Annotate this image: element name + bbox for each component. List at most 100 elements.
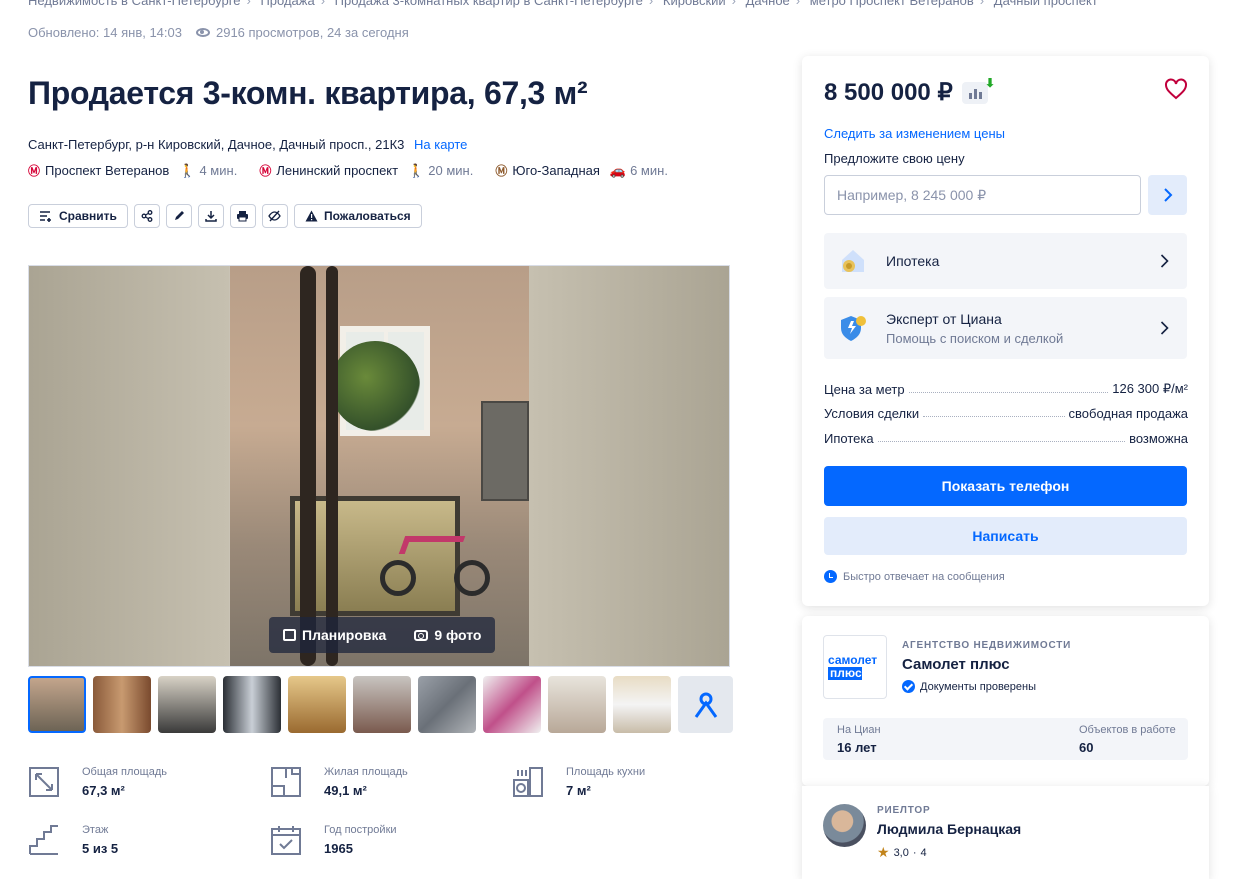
mortgage-promo[interactable]: Ипотека xyxy=(824,233,1187,289)
hide-button[interactable] xyxy=(261,204,288,228)
photo-railing xyxy=(300,266,316,666)
edit-button[interactable] xyxy=(165,204,192,228)
map-thumbnail[interactable] xyxy=(678,676,733,733)
expert-promo[interactable]: Эксперт от Циана Помощь с поиском и сдел… xyxy=(824,297,1187,359)
breadcrumb-item[interactable]: Кировский xyxy=(663,0,726,8)
fast-reply-note: Быстро отвечает на сообщения xyxy=(824,570,1005,583)
feature-floor: Этаж 5 из 5 xyxy=(28,824,118,856)
agency-name[interactable]: Самолет плюс xyxy=(902,656,1010,673)
chevron-right-icon: › xyxy=(731,0,736,8)
feature-value: 1965 xyxy=(324,841,353,856)
write-message-button[interactable]: Написать xyxy=(824,517,1187,555)
thumbnail[interactable] xyxy=(418,676,476,733)
share-button[interactable] xyxy=(133,204,160,228)
spec-value: возможна xyxy=(1129,431,1188,446)
photo-blur-left xyxy=(29,266,229,666)
thumbnail-strip xyxy=(28,676,733,733)
metro-item[interactable]: Ⓜ Проспект Ветеранов 🚶 4 мин. xyxy=(28,162,237,179)
metro-list: Ⓜ Проспект Ветеранов 🚶 4 мин. Ⓜ Ленински… xyxy=(28,162,690,179)
metro-name: Проспект Ветеранов xyxy=(45,163,170,178)
chevron-right-icon xyxy=(1160,321,1169,335)
thumbnail[interactable] xyxy=(548,676,606,733)
print-button[interactable] xyxy=(229,204,256,228)
expert-title: Эксперт от Циана xyxy=(886,310,1002,327)
chevron-right-icon: › xyxy=(979,0,985,8)
photos-button[interactable]: 9 фото xyxy=(400,617,495,653)
download-button[interactable] xyxy=(197,204,224,228)
offer-price-input[interactable] xyxy=(824,175,1141,215)
action-toolbar: Сравнить Пожаловаться xyxy=(28,204,422,228)
thumbnail[interactable] xyxy=(223,676,281,733)
feature-label: Год постройки xyxy=(324,824,397,836)
report-button[interactable]: Пожаловаться xyxy=(293,204,422,228)
house-coins-icon xyxy=(842,250,864,272)
thumbnail[interactable] xyxy=(28,676,86,733)
breadcrumb: Недвижимость в Санкт-Петербурге › Продажа… xyxy=(28,0,1098,8)
floor-plan-button[interactable]: Планировка xyxy=(269,617,400,653)
floor-plan-label: Планировка xyxy=(302,627,387,643)
photo-bicycle xyxy=(380,526,490,596)
breadcrumb-item[interactable]: Продажа 3-комнатных квартир в Санкт-Пете… xyxy=(335,0,643,8)
area-icon xyxy=(29,767,59,797)
metro-logo-icon: Ⓜ xyxy=(495,164,508,178)
report-label: Пожаловаться xyxy=(323,209,411,223)
thumbnail[interactable] xyxy=(613,676,671,733)
follow-price-link[interactable]: Следить за изменением цены xyxy=(824,126,1005,141)
warning-icon xyxy=(305,210,318,222)
avatar xyxy=(823,804,866,847)
thumbnail[interactable] xyxy=(353,676,411,733)
chevron-right-icon xyxy=(1160,254,1169,268)
living-area-icon xyxy=(271,767,301,797)
address-text: Санкт-Петербург, р-н Кировский, Дачное, … xyxy=(28,137,405,152)
compare-icon xyxy=(40,211,51,222)
share-icon xyxy=(141,210,153,222)
stat-on-cian: На Циан 16 лет xyxy=(837,724,881,755)
offer-price-label: Предложите свою цену xyxy=(824,151,965,166)
feature-value: 5 из 5 xyxy=(82,841,119,856)
thumbnail[interactable] xyxy=(483,676,541,733)
agency-logo-text: плюс xyxy=(828,666,862,680)
thumbnail[interactable] xyxy=(158,676,216,733)
metro-item[interactable]: Ⓜ Ленинский проспект 🚶 20 мин. xyxy=(259,162,473,179)
compare-button[interactable]: Сравнить xyxy=(28,204,128,228)
breadcrumb-item[interactable]: Дачное xyxy=(746,0,790,8)
feature-label: Общая площадь xyxy=(82,766,167,778)
thumbnail[interactable] xyxy=(288,676,346,733)
walk-icon: 🚶 xyxy=(179,162,196,178)
reviews-count: 4 xyxy=(920,846,927,859)
photos-label: 9 фото xyxy=(434,627,482,643)
feature-value: 67,3 м² xyxy=(82,783,125,798)
price: 8 500 000 ₽ xyxy=(824,79,953,106)
thumbnail[interactable] xyxy=(93,676,151,733)
breadcrumb-item[interactable]: Продажа xyxy=(260,0,314,8)
agency-card[interactable]: самолет плюс АГЕНТСТВО НЕДВИЖИМОСТИ Само… xyxy=(802,616,1209,786)
map-link[interactable]: На карте xyxy=(414,137,467,152)
offer-submit-button[interactable] xyxy=(1148,175,1187,215)
gallery-overlay: Планировка 9 фото xyxy=(269,617,496,653)
spec-value: свободная продажа xyxy=(1068,406,1188,421)
stat-label: На Циан xyxy=(837,724,881,736)
chevron-right-icon: › xyxy=(246,0,251,8)
metro-item[interactable]: Ⓜ Юго-Западная 🚗 6 мин. xyxy=(495,162,668,179)
realtor-rating: ★ 3,0 · 4 xyxy=(877,844,927,861)
metro-logo-icon: Ⓜ xyxy=(259,164,272,178)
walk-icon: 🚶 xyxy=(408,162,425,178)
show-phone-button[interactable]: Показать телефон xyxy=(824,466,1187,506)
realtor-card[interactable]: РИЕЛТОР Людмила Бернацкая ★ 3,0 · 4 xyxy=(802,786,1209,879)
breadcrumb-item[interactable]: Недвижимость в Санкт-Петербурге xyxy=(28,0,240,8)
clock-icon xyxy=(824,570,837,583)
photo-gallery[interactable]: Планировка 9 фото xyxy=(28,265,730,667)
favorite-heart-icon[interactable] xyxy=(1164,78,1188,100)
breadcrumb-item[interactable]: метро Проспект Ветеранов xyxy=(810,0,974,8)
verified-badge-icon xyxy=(902,680,915,693)
realtor-name[interactable]: Людмила Бернацкая xyxy=(877,821,1021,837)
pencil-icon xyxy=(174,211,184,220)
floor-plan-icon xyxy=(283,629,296,641)
feature-build-year: Год постройки 1965 xyxy=(270,824,397,856)
breadcrumb-item[interactable]: Дачный проспект xyxy=(994,0,1098,8)
verified-text: Документы проверены xyxy=(920,680,1037,693)
rating-value: 3,0 xyxy=(893,846,909,859)
chevron-right-icon: › xyxy=(648,0,654,8)
metro-time: 6 мин. xyxy=(630,163,668,178)
main-photo[interactable] xyxy=(230,266,529,666)
